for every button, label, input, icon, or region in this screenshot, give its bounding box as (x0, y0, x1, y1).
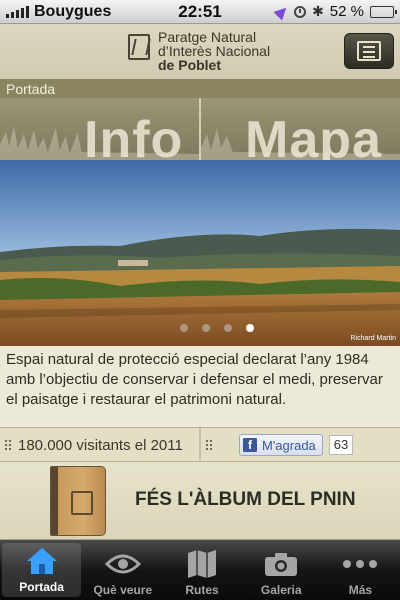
tab-galeria[interactable]: Galeria (242, 540, 321, 600)
landscape-slideshow[interactable]: Richard Martin (0, 160, 400, 346)
facebook-icon: f (243, 438, 257, 452)
app-header: Paratge Natural d’Interès Nacional de Po… (0, 24, 400, 80)
facebook-like-button[interactable]: f M'agrada (239, 434, 323, 456)
eye-icon (104, 554, 141, 574)
menu-button[interactable] (344, 33, 394, 69)
page-dot[interactable] (224, 324, 232, 332)
album-logo-icon (71, 491, 93, 515)
battery-icon (370, 5, 397, 18)
tab-label: Què veure (93, 583, 153, 597)
page-dot[interactable] (180, 324, 188, 332)
page-indicator[interactable] (0, 324, 400, 332)
tab-portada[interactable]: Portada (2, 543, 82, 597)
tab-rutes[interactable]: Rutes (162, 540, 241, 600)
map-button[interactable]: Mapa (201, 98, 400, 160)
photo-credit: Richard Martin (350, 335, 396, 342)
carrier-name: Bouygues (34, 2, 112, 20)
page-dot[interactable] (246, 324, 254, 332)
tab-label: Más (348, 583, 373, 597)
grip-icon (4, 439, 12, 451)
camera-icon (265, 553, 298, 576)
brand-line-2: d’Interès Nacional (158, 43, 271, 59)
brand-line-1: Paratge Natural (158, 29, 257, 45)
section-title: Portada (0, 80, 400, 98)
map-icon (188, 550, 216, 578)
bluetooth-icon: ✱ (312, 3, 324, 19)
app-brand: Paratge Natural d’Interès Nacional de Po… (158, 30, 270, 72)
home-icon (26, 548, 57, 574)
location-arrow-icon (273, 3, 291, 20)
landscape-photo (0, 160, 400, 346)
info-label: Info (84, 111, 184, 160)
tab-mas[interactable]: Más (321, 540, 400, 600)
park-description: Espai natural de protecció especial decl… (0, 346, 400, 428)
stats-row: 180.000 visitants el 2011 f M'agrada 63 (0, 428, 400, 462)
grip-icon (205, 439, 213, 451)
battery-percent: 52 % (329, 3, 364, 20)
like-count: 63 (328, 435, 354, 455)
signal-strength-icon (6, 5, 29, 18)
menu-icon (357, 41, 381, 61)
album-title: FÉS L'ÀLBUM DEL PNIN (135, 489, 356, 510)
tab-label: Portada (19, 580, 64, 594)
like-label: M'agrada (262, 437, 316, 453)
page-dot[interactable] (202, 324, 210, 332)
tab-label: Rutes (185, 583, 219, 597)
status-bar: Bouygues 22:51 ✱ 52 % (0, 0, 400, 24)
tab-que-veure[interactable]: Què veure (83, 540, 162, 600)
album-book-icon (50, 466, 106, 536)
tab-bar: Portada Què veure Rutes Galeria Más (0, 540, 400, 600)
info-button[interactable]: Info (0, 98, 199, 160)
brand-line-3: de Poblet (158, 57, 222, 73)
info-map-banner: Info Mapa (0, 98, 400, 160)
visitors-count: 180.000 visitants el 2011 (18, 436, 183, 454)
poblet-logo-icon (128, 34, 150, 60)
alarm-clock-icon (294, 5, 307, 18)
album-promo[interactable]: FÉS L'ÀLBUM DEL PNIN (0, 462, 400, 540)
tab-label: Galeria (260, 583, 302, 597)
map-label: Mapa (245, 111, 382, 160)
more-dots-icon (343, 560, 378, 568)
